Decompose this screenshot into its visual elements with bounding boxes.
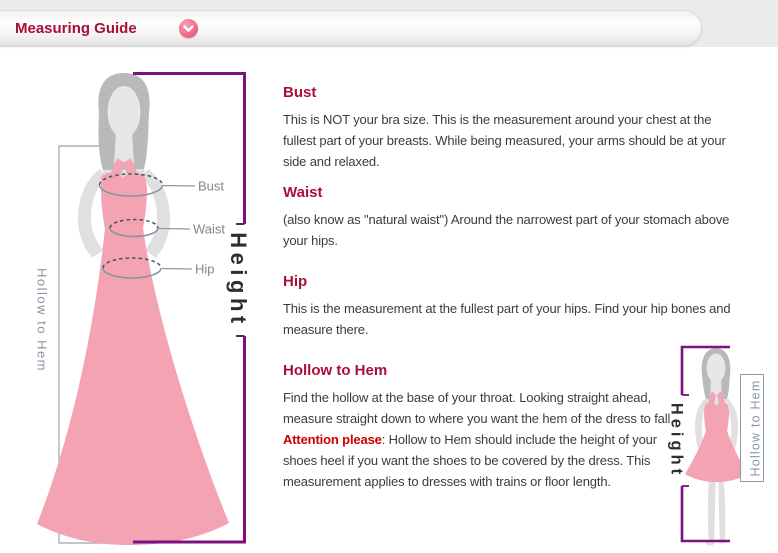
hip-heading: Hip [283, 273, 775, 290]
bust-heading: Bust [283, 84, 775, 101]
small-face [707, 354, 726, 383]
section-bust: Bust This is NOT your bra size. This is … [283, 84, 775, 172]
hip-description: This is the measurement at the fullest p… [283, 298, 775, 340]
small-hollow-to-hem-label-vertical: Hollow to Hem [748, 380, 762, 477]
attention-label: Attention please [283, 432, 382, 447]
hip-label: Hip [195, 262, 215, 277]
height-label-vertical: Height [226, 232, 251, 327]
chevron-down-icon[interactable] [179, 19, 198, 38]
bust-label: Bust [198, 179, 224, 194]
measuring-diagram-small: Height Hollow to Hem [655, 335, 778, 553]
bust-description: This is NOT your bra size. This is the m… [283, 109, 775, 172]
hollow-to-hem-label-vertical: Hollow to Hem [35, 268, 50, 372]
waist-heading: Waist [283, 184, 775, 201]
measuring-diagram-main: Bust Waist Hip Height Hollow to Hem [0, 55, 270, 553]
dress-silhouette [37, 158, 229, 545]
measuring-guide-page: Measuring Guide [0, 0, 778, 553]
measuring-guide-header-bar[interactable]: Measuring Guide [0, 10, 702, 46]
waist-description: (also know as "natural waist") Around th… [283, 209, 775, 251]
waist-label: Waist [193, 222, 225, 237]
face [108, 86, 141, 138]
section-hip: Hip This is the measurement at the fulle… [283, 273, 775, 340]
section-waist: Waist (also know as "natural waist") Aro… [283, 184, 775, 251]
small-height-label-vertical: Height [668, 403, 686, 478]
h2h-text-before: Find the hollow at the base of your thro… [283, 390, 674, 426]
page-title: Measuring Guide [15, 11, 137, 47]
